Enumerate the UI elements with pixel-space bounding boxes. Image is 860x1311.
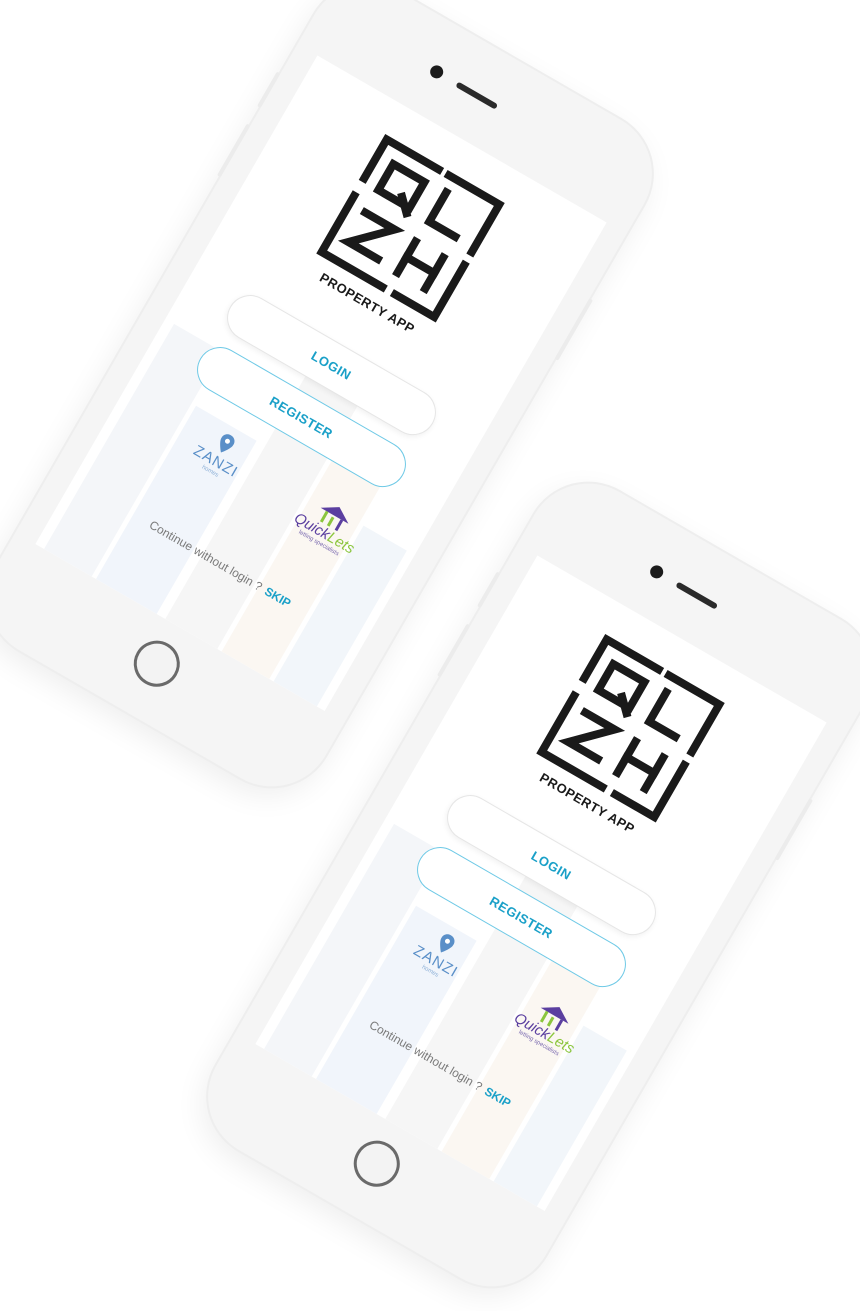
qlzh-logo-mark (536, 633, 725, 823)
app-logo: PROPERTY APP (290, 121, 522, 352)
app-logo: PROPERTY APP (510, 621, 742, 852)
qlzh-logo-mark (316, 133, 505, 323)
